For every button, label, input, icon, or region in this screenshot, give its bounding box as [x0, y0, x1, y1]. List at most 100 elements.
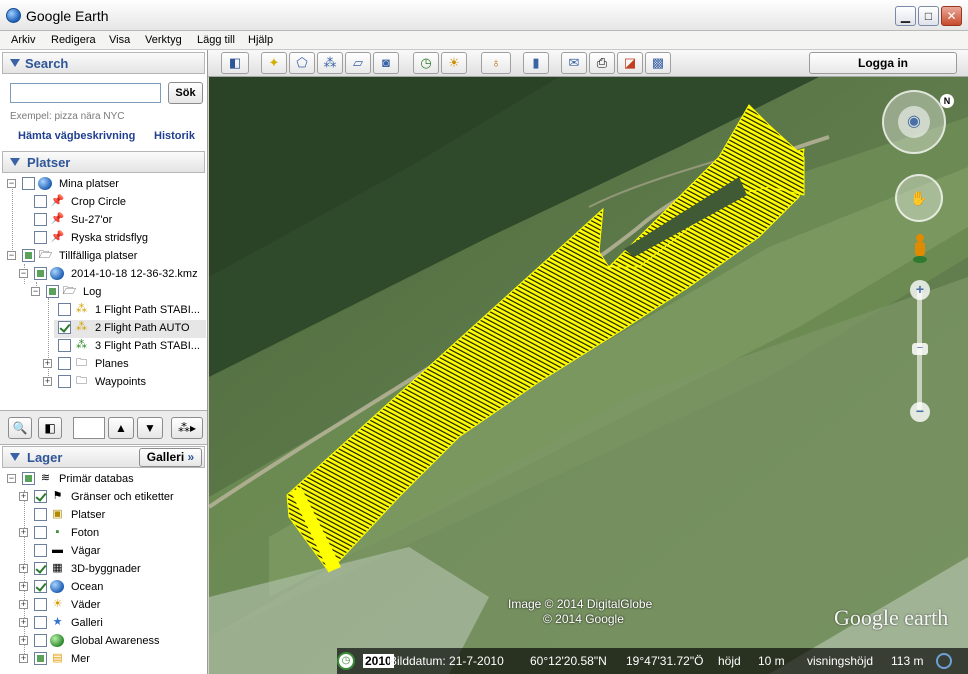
- sunlight-button[interactable]: ☀: [441, 52, 467, 74]
- historical-clock-icon[interactable]: ◷: [337, 652, 355, 670]
- checkbox[interactable]: [34, 213, 47, 226]
- checkbox[interactable]: [58, 375, 71, 388]
- places-filter-box[interactable]: [73, 417, 105, 439]
- map-view[interactable]: ◉ N ✋ + − − Image © 2014 DigitalGlobe © …: [209, 77, 968, 674]
- maximize-button[interactable]: □: [918, 6, 939, 26]
- collapse-icon[interactable]: −: [31, 287, 40, 296]
- tree-item-flight-path-1[interactable]: ⁂ 1 Flight Path STABI...: [0, 302, 206, 320]
- checkbox[interactable]: [58, 339, 71, 352]
- email-button[interactable]: ✉: [561, 52, 587, 74]
- collapse-icon[interactable]: −: [7, 179, 16, 188]
- checkbox[interactable]: [34, 652, 47, 665]
- checkbox[interactable]: [34, 634, 47, 647]
- menu-visa[interactable]: Visa: [109, 34, 130, 46]
- street-view-pegman[interactable]: [912, 234, 928, 264]
- historical-imagery-button[interactable]: ◷: [413, 52, 439, 74]
- record-tour-button[interactable]: ◙: [373, 52, 399, 74]
- north-indicator[interactable]: N: [940, 94, 954, 108]
- minimize-button[interactable]: ▁: [895, 6, 916, 26]
- look-control[interactable]: ◉ N: [882, 90, 954, 154]
- search-button[interactable]: Sök: [168, 82, 203, 104]
- checkbox[interactable]: [22, 177, 35, 190]
- add-polygon-button[interactable]: ⬠: [289, 52, 315, 74]
- checkbox[interactable]: [58, 303, 71, 316]
- checkbox[interactable]: [34, 526, 47, 539]
- layer-mer[interactable]: + ▤ Mer: [0, 651, 206, 669]
- move-control[interactable]: ✋: [895, 174, 943, 222]
- tree-item-mina-platser[interactable]: − Mina platser: [0, 176, 206, 194]
- checkbox[interactable]: [34, 544, 47, 557]
- search-places-button[interactable]: 🔍: [8, 417, 32, 439]
- sidebar-toggle-button[interactable]: ◧: [221, 52, 249, 74]
- checkbox[interactable]: [22, 472, 35, 485]
- layer-foton[interactable]: + ▪ Foton: [0, 525, 206, 543]
- tree-item-ryska-stridsflyg[interactable]: 📌 Ryska stridsflyg: [0, 230, 206, 248]
- expand-icon[interactable]: +: [43, 377, 52, 386]
- checkbox[interactable]: [34, 490, 47, 503]
- expand-icon[interactable]: +: [43, 359, 52, 368]
- tree-item-kmz-file[interactable]: − 2014-10-18 12-36-32.kmz: [0, 266, 206, 284]
- collapse-icon[interactable]: −: [7, 474, 16, 483]
- checkbox[interactable]: [34, 580, 47, 593]
- checkbox[interactable]: [46, 285, 59, 298]
- view-in-maps-button[interactable]: ◪: [617, 52, 643, 74]
- tree-item-tillfalliga-platser[interactable]: − 🗁 Tillfälliga platser: [0, 248, 206, 266]
- history-link[interactable]: Historik: [154, 130, 195, 142]
- layer-granser[interactable]: + ⚑ Gränser och etiketter: [0, 489, 206, 507]
- layer-platser[interactable]: ▣ Platser: [0, 507, 206, 525]
- add-overlay-button[interactable]: ▱: [345, 52, 371, 74]
- expand-icon[interactable]: +: [19, 528, 28, 537]
- ruler-button[interactable]: ▮: [523, 52, 549, 74]
- checkbox[interactable]: [34, 195, 47, 208]
- checkbox[interactable]: [34, 598, 47, 611]
- close-button[interactable]: ✕: [941, 6, 962, 26]
- zoom-slider[interactable]: + − −: [910, 280, 930, 422]
- layer-vagar[interactable]: ▬ Vägar: [0, 543, 206, 561]
- expand-icon[interactable]: +: [19, 582, 28, 591]
- add-path-button[interactable]: ⁂: [317, 52, 343, 74]
- expand-icon[interactable]: +: [19, 618, 28, 627]
- checkbox[interactable]: [34, 267, 47, 280]
- menu-lagg-till[interactable]: Lägg till: [197, 34, 235, 46]
- move-up-button[interactable]: ▲: [108, 417, 134, 439]
- expand-icon[interactable]: +: [19, 636, 28, 645]
- tree-item-log[interactable]: − 🗁 Log: [0, 284, 206, 302]
- expand-icon[interactable]: +: [19, 600, 28, 609]
- expand-icon[interactable]: +: [19, 492, 28, 501]
- expand-icon[interactable]: +: [19, 564, 28, 573]
- checkbox[interactable]: [34, 616, 47, 629]
- collapse-icon[interactable]: −: [19, 269, 28, 278]
- save-image-button[interactable]: ▩: [645, 52, 671, 74]
- zoom-slider-handle[interactable]: −: [912, 343, 928, 355]
- menu-hjalp[interactable]: Hjälp: [248, 34, 273, 46]
- layer-ocean[interactable]: + Ocean: [0, 579, 206, 597]
- layer-primar-databas[interactable]: − ≋ Primär databas: [0, 471, 206, 489]
- menu-arkiv[interactable]: Arkiv: [11, 34, 35, 46]
- menu-redigera[interactable]: Redigera: [51, 34, 96, 46]
- planet-switch-button[interactable]: ♁: [481, 52, 511, 74]
- checkbox[interactable]: [58, 357, 71, 370]
- checkbox[interactable]: [58, 321, 71, 334]
- tree-item-crop-circle[interactable]: 📌 Crop Circle: [0, 194, 206, 212]
- add-placemark-button[interactable]: ✦: [261, 52, 287, 74]
- layer-3d-byggnader[interactable]: + ▦ 3D-byggnader: [0, 561, 206, 579]
- zoom-in-button[interactable]: +: [910, 280, 930, 300]
- places-panel-header[interactable]: Platser: [2, 151, 205, 173]
- layers-panel-header[interactable]: Lager Galleri »: [2, 446, 205, 468]
- print-button[interactable]: ⎙: [589, 52, 615, 74]
- layer-vader[interactable]: + ☀ Väder: [0, 597, 206, 615]
- tree-item-flight-path-3[interactable]: ⁂ 3 Flight Path STABI...: [0, 338, 206, 356]
- checkbox[interactable]: [34, 508, 47, 521]
- directions-link[interactable]: Hämta vägbeskrivning: [18, 130, 135, 142]
- toggle-panel-button[interactable]: ◧: [38, 417, 62, 439]
- tree-item-flight-path-2[interactable]: ⁂ 2 Flight Path AUTO: [54, 320, 206, 338]
- layer-galleri[interactable]: + ★ Galleri: [0, 615, 206, 633]
- tree-item-planes[interactable]: + 🗀 Planes: [0, 356, 206, 374]
- checkbox[interactable]: [22, 249, 35, 262]
- tree-item-waypoints[interactable]: + 🗀 Waypoints: [0, 374, 206, 392]
- menu-verktyg[interactable]: Verktyg: [145, 34, 182, 46]
- expand-icon[interactable]: +: [19, 654, 28, 663]
- tree-item-su27[interactable]: 📌 Su-27'or: [0, 212, 206, 230]
- collapse-icon[interactable]: −: [7, 251, 16, 260]
- sign-in-button[interactable]: Logga in: [809, 52, 957, 74]
